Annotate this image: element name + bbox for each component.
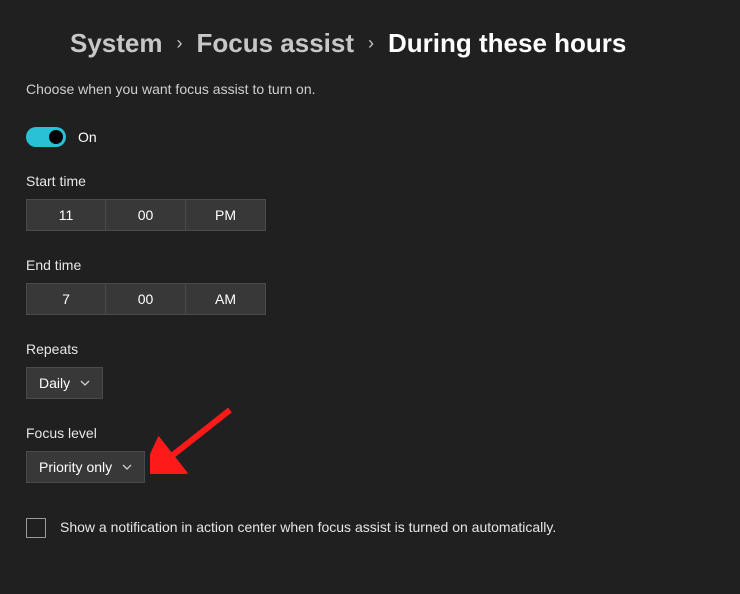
focus-level-label: Focus level <box>26 425 714 441</box>
start-time-ampm[interactable]: PM <box>186 199 266 231</box>
notification-checkbox-label: Show a notification in action center whe… <box>60 517 556 537</box>
chevron-right-icon: › <box>177 33 183 54</box>
focus-level-value: Priority only <box>39 459 112 475</box>
toggle-knob <box>49 130 63 144</box>
start-time-hour[interactable]: 11 <box>26 199 106 231</box>
repeats-value: Daily <box>39 375 70 391</box>
repeats-label: Repeats <box>26 341 714 357</box>
notification-checkbox[interactable] <box>26 518 46 538</box>
start-time-minute[interactable]: 00 <box>106 199 186 231</box>
repeats-dropdown[interactable]: Daily <box>26 367 103 399</box>
breadcrumb-current: During these hours <box>388 28 626 59</box>
focus-level-dropdown[interactable]: Priority only <box>26 451 145 483</box>
end-time-ampm[interactable]: AM <box>186 283 266 315</box>
end-time-hour[interactable]: 7 <box>26 283 106 315</box>
breadcrumb: System › Focus assist › During these hou… <box>70 28 714 59</box>
start-time-label: Start time <box>26 173 714 189</box>
focus-assist-toggle[interactable] <box>26 127 66 147</box>
breadcrumb-system[interactable]: System <box>70 28 163 59</box>
chevron-down-icon <box>122 462 132 472</box>
breadcrumb-focus-assist[interactable]: Focus assist <box>197 28 355 59</box>
chevron-down-icon <box>80 378 90 388</box>
start-time-picker: 11 00 PM <box>26 199 714 231</box>
end-time-label: End time <box>26 257 714 273</box>
page-description: Choose when you want focus assist to tur… <box>26 81 714 97</box>
chevron-right-icon: › <box>368 33 374 54</box>
end-time-minute[interactable]: 00 <box>106 283 186 315</box>
toggle-state-label: On <box>78 129 97 145</box>
end-time-picker: 7 00 AM <box>26 283 714 315</box>
